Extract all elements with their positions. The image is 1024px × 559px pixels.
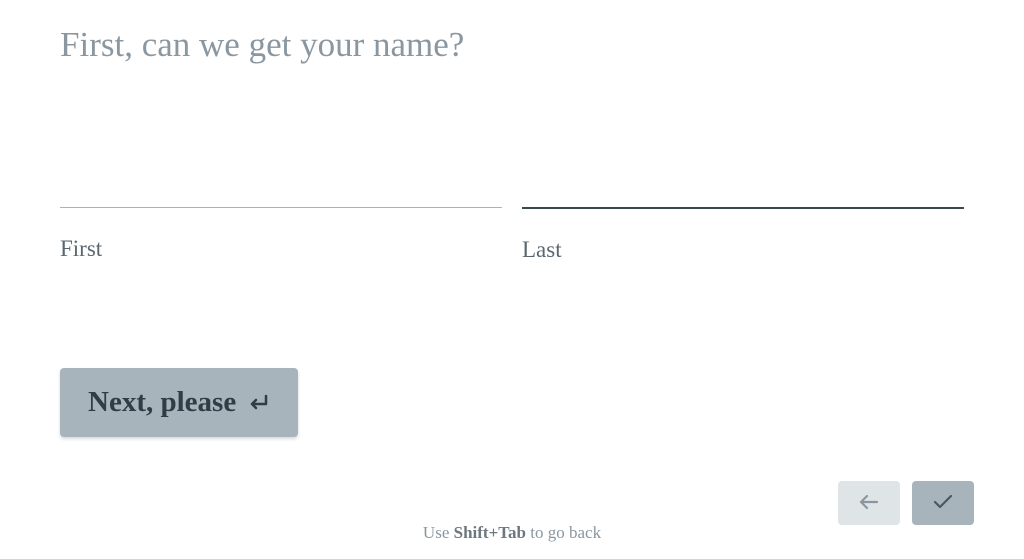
first-name-label: First: [60, 236, 502, 262]
nav-buttons: [838, 481, 974, 525]
hint-suffix: to go back: [526, 523, 601, 542]
arrow-left-icon: [858, 493, 880, 514]
first-name-group: First: [60, 165, 502, 263]
last-name-group: Last: [522, 165, 964, 263]
hint-prefix: Use: [423, 523, 454, 542]
back-button[interactable]: [838, 481, 900, 525]
name-fields-row: First Last: [60, 165, 964, 263]
submit-button[interactable]: [912, 481, 974, 525]
hint-keys: Shift+Tab: [454, 523, 526, 542]
last-name-label: Last: [522, 237, 964, 263]
check-icon: [932, 493, 954, 514]
next-button-label: Next, please: [88, 386, 236, 419]
first-name-input[interactable]: [60, 165, 502, 208]
last-name-input[interactable]: [522, 165, 964, 209]
next-button[interactable]: Next, please: [60, 368, 298, 437]
bottom-bar: Use Shift+Tab to go back: [0, 471, 1024, 559]
question-heading: First, can we get your name?: [60, 25, 964, 65]
enter-icon: [246, 393, 270, 413]
keyboard-hint: Use Shift+Tab to go back: [0, 523, 1024, 543]
